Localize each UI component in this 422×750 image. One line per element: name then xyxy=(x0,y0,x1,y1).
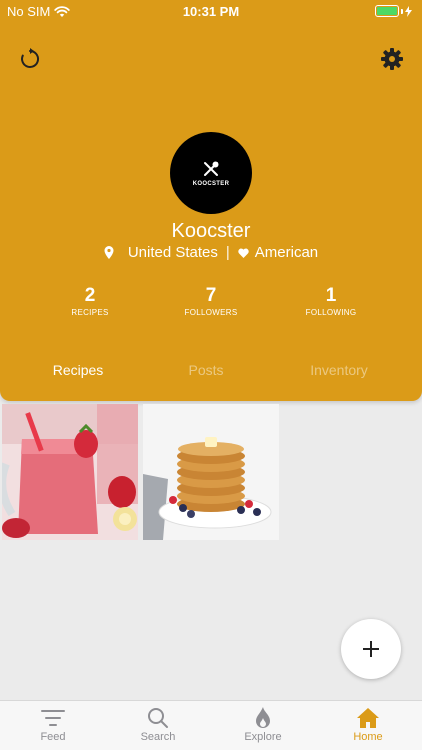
tabbar-explore[interactable]: Explore xyxy=(228,705,298,743)
stat-following-label: FOLLOWING xyxy=(305,308,357,317)
search-icon xyxy=(148,708,168,728)
status-bar: No SIM 10:31 PM xyxy=(0,0,422,24)
tabbar-search-label: Search xyxy=(140,731,176,743)
location: United States xyxy=(104,244,218,261)
refresh-button[interactable] xyxy=(14,43,46,75)
utensils-icon xyxy=(204,161,219,176)
tabbar-home-label: Home xyxy=(353,731,383,743)
stat-following-value: 1 xyxy=(325,285,337,306)
recipe-thumbnail-smoothie[interactable] xyxy=(2,404,138,540)
tabbar-feed-label: Feed xyxy=(40,731,66,743)
stat-following[interactable]: 1 FOLLOWING xyxy=(281,285,381,317)
filter-icon xyxy=(41,710,65,726)
avatar-text: KOOCSTER xyxy=(192,180,230,187)
tab-recipes[interactable]: Recipes xyxy=(18,362,138,378)
bottom-tab-bar: Feed Search Explore Home xyxy=(0,700,422,750)
smoothie-image xyxy=(2,404,138,540)
battery-icon xyxy=(375,5,412,17)
stat-followers-value: 7 xyxy=(205,285,217,306)
profile-meta: United States | American xyxy=(0,244,422,261)
home-icon xyxy=(357,708,379,728)
stat-recipes[interactable]: 2 RECIPES xyxy=(40,285,140,317)
tabbar-feed[interactable]: Feed xyxy=(18,705,88,743)
stat-recipes-label: RECIPES xyxy=(71,308,109,317)
status-time: 10:31 PM xyxy=(182,4,240,19)
heart-icon xyxy=(238,248,249,258)
tab-posts[interactable]: Posts xyxy=(146,362,266,378)
cuisine: American xyxy=(238,244,318,261)
stat-followers[interactable]: 7 FOLLOWERS xyxy=(161,285,261,317)
avatar[interactable]: KOOCSTER xyxy=(170,132,252,214)
tab-inventory[interactable]: Inventory xyxy=(279,362,399,378)
plus-icon xyxy=(363,641,379,657)
stat-followers-label: FOLLOWERS xyxy=(184,308,238,317)
refresh-icon xyxy=(21,48,39,68)
cuisine-text: American xyxy=(254,244,319,261)
stat-recipes-value: 2 xyxy=(84,285,96,306)
pancakes-image xyxy=(143,404,279,540)
meta-separator: | xyxy=(225,244,230,261)
tabbar-explore-label: Explore xyxy=(244,731,282,743)
charging-icon xyxy=(405,5,412,17)
flame-icon xyxy=(256,707,270,728)
tabbar-home[interactable]: Home xyxy=(333,705,403,743)
add-recipe-button[interactable] xyxy=(341,619,401,679)
profile-name: Koocster xyxy=(171,220,251,242)
tabbar-search[interactable]: Search xyxy=(123,705,193,743)
location-text: United States xyxy=(127,244,218,261)
recipe-thumbnail-pancakes[interactable] xyxy=(143,404,279,540)
location-pin-icon xyxy=(104,246,114,259)
profile-header: No SIM 10:31 PM KOOCSTER Koocster United… xyxy=(0,0,422,401)
gear-icon xyxy=(381,48,403,70)
settings-button[interactable] xyxy=(376,43,408,75)
